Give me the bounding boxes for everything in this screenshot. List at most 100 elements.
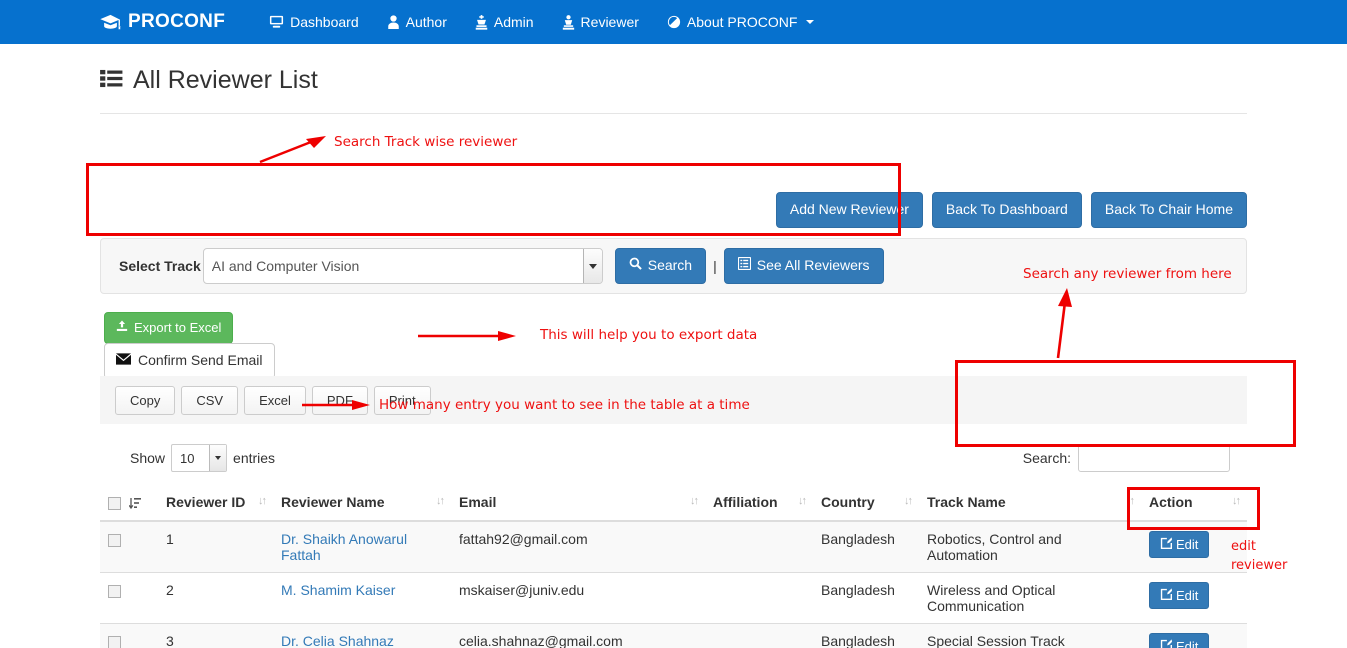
annotation-arrow-search [1056,288,1072,359]
search-label: Search: [1022,450,1071,466]
select-all-checkbox[interactable] [108,496,121,510]
top-navbar: PROCONF Dashboard Author Admin Reviewer … [0,0,1347,44]
edit-label: Edit [1176,537,1199,553]
nav-item-about-proconf[interactable]: About PROCONF [653,0,828,44]
row-checkbox-cell[interactable] [100,520,158,573]
see-all-reviewers-button[interactable]: See All Reviewers [723,248,884,284]
nav-item-reviewer[interactable]: Reviewer [548,0,653,44]
column-label: Reviewer Name [281,494,385,511]
sort-icon[interactable] [258,494,265,508]
page-length-select[interactable]: 10 [171,444,228,472]
sort-icon[interactable] [1232,494,1239,508]
see-all-reviewers-label: See All Reviewers [756,257,870,274]
csv-button[interactable]: CSV [181,385,239,415]
back-to-chair-home-button[interactable]: Back To Chair Home [1090,192,1247,228]
column-email[interactable]: Email [451,486,705,523]
edit-button[interactable]: Edit [1149,582,1210,610]
copy-button[interactable]: Copy [115,385,176,415]
row-checkbox-cell[interactable] [100,572,158,624]
entries-label: entries [233,450,276,466]
reviewer-table: Reviewer ID Reviewer Name Email Affiliat… [100,486,1247,648]
sort-az-icon[interactable] [125,496,141,510]
datatable-wrapper: Copy CSV Excel PDF Print Show 10 entries… [100,376,1247,648]
select-track-dropdown[interactable]: AI and Computer Vision [202,248,603,284]
annotation-search-note: Search any reviewer from here [1023,266,1232,282]
brand-logo[interactable]: PROCONF [100,11,225,33]
list-alt-icon [737,256,751,276]
export-to-excel-label: Export to Excel [134,320,222,335]
add-new-reviewer-button[interactable]: Add New Reviewer [775,192,923,228]
desktop-icon [269,15,284,29]
column-track-name[interactable]: Track Name [919,486,1141,523]
circle-icon [667,15,681,29]
annotation-arrow-track [259,136,326,164]
nav-item-label: About PROCONF [686,14,798,30]
cell-action[interactable]: Edit [1141,572,1247,624]
nav-item-admin[interactable]: Admin [461,0,548,44]
edit-icon [1160,537,1172,552]
cell-country: Bangladesh [813,520,919,573]
track-search-button[interactable]: Search [614,248,707,284]
sort-icon[interactable] [436,494,443,508]
show-label: Show [130,450,166,466]
export-to-excel-button[interactable]: Export to Excel [104,312,234,345]
confirm-send-email-button[interactable]: Confirm Send Email [104,343,275,379]
nav-item-label: Admin [493,14,534,30]
magnifier-icon [629,256,642,276]
edit-icon [1160,588,1172,603]
nav-item-author[interactable]: Author [373,0,461,44]
search-input[interactable] [1078,444,1230,472]
row-checkbox[interactable] [108,585,121,599]
nav-item-dashboard[interactable]: Dashboard [255,0,373,44]
cell-reviewer-id: 1 [158,520,273,573]
reviewer-name-link[interactable]: Dr. Celia Shahnaz [281,633,394,648]
excel-button[interactable]: Excel [244,385,306,415]
cell-email: fattah92@gmail.com [451,520,705,573]
cell-track-name: Robotics, Control and Automation [919,520,1141,573]
cell-reviewer-name[interactable]: Dr. Shaikh Anowarul Fattah [273,520,451,573]
sort-icon[interactable] [904,494,911,508]
cell-reviewer-name[interactable]: Dr. Celia Shahnaz [273,623,451,648]
chess-king-icon [475,14,488,30]
page-title-text: All Reviewer List [133,66,318,94]
confirm-send-email-label: Confirm Send Email [138,352,263,368]
cell-reviewer-name[interactable]: M. Shamim Kaiser [273,572,451,624]
cell-reviewer-id: 2 [158,572,273,624]
row-checkbox-cell[interactable] [100,623,158,648]
page-action-buttons: Add New Reviewer Back To Dashboard Back … [775,192,1247,228]
cell-reviewer-id: 3 [158,623,273,648]
column-affiliation[interactable]: Affiliation [705,486,813,523]
column-reviewer-id[interactable]: Reviewer ID [158,486,273,523]
sort-icon[interactable] [690,494,697,508]
row-checkbox[interactable] [108,534,121,548]
entries-length-control: Show 10 entries [130,444,275,472]
edit-label: Edit [1176,588,1199,604]
column-country[interactable]: Country [813,486,919,523]
back-to-dashboard-button[interactable]: Back To Dashboard [931,192,1082,228]
user-icon [387,15,400,29]
row-checkbox[interactable] [108,636,121,648]
datatable-search-filter: Search: [1023,444,1247,472]
nav-item-label: Reviewer [580,14,639,30]
reviewer-name-link[interactable]: M. Shamim Kaiser [281,582,395,598]
column-label: Action [1149,494,1193,511]
sort-icon[interactable] [798,494,805,508]
column-reviewer-name[interactable]: Reviewer Name [273,486,451,523]
column-action[interactable]: Action [1141,486,1247,523]
sort-icon[interactable] [1126,494,1133,508]
column-label: Affiliation [713,494,778,511]
column-label: Country [821,494,875,511]
cell-country: Bangladesh [813,572,919,624]
column-select-all[interactable] [100,486,158,523]
cell-affiliation [705,520,813,573]
edit-button[interactable]: Edit [1149,633,1210,648]
reviewer-name-link[interactable]: Dr. Shaikh Anowarul Fattah [281,531,407,563]
annotation-edit-note-line1: edit [1231,539,1256,554]
annotation-arrow-entries [302,400,370,410]
annotation-edit-note-line2: reviewer [1231,558,1288,573]
edit-button[interactable]: Edit [1149,531,1210,559]
cell-country: Bangladesh [813,623,919,648]
annotation-arrow-export [418,331,516,341]
cell-action[interactable]: Edit [1141,623,1247,648]
cell-track-name: Wireless and Optical Communication [919,572,1141,624]
